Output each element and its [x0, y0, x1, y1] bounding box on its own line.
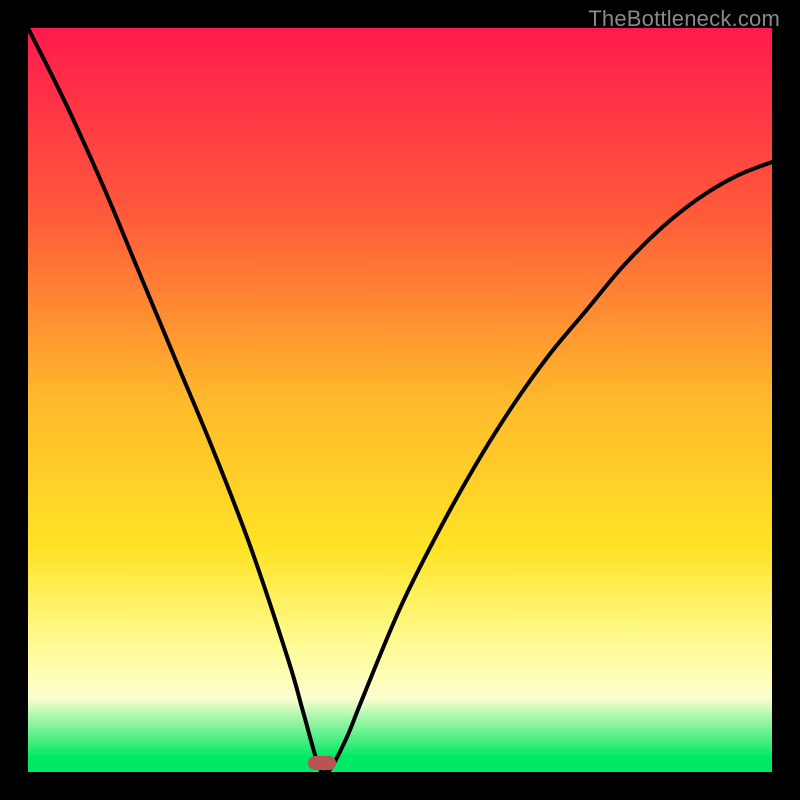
- curve-path: [28, 28, 772, 772]
- minimum-marker: [308, 756, 336, 770]
- chart-plot-area: [28, 28, 772, 772]
- bottleneck-curve: [28, 28, 772, 772]
